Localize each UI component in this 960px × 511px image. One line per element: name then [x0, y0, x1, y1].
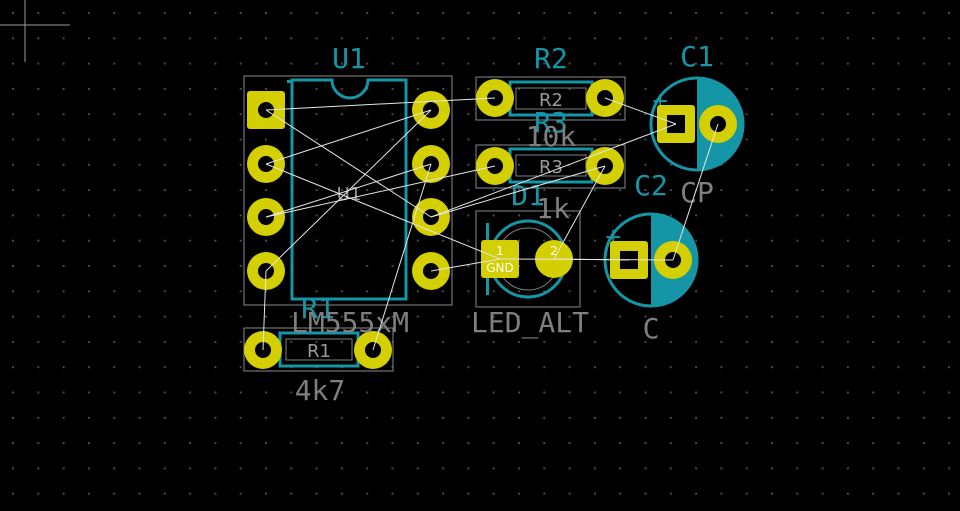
r3-value: 1k	[536, 192, 570, 225]
r2-reference: R2	[534, 42, 568, 75]
c2-value: C	[643, 312, 660, 345]
r1-fab-ref: R1	[307, 341, 331, 362]
r2-value: 10k	[526, 120, 577, 153]
d1-pad-1-number: 1	[496, 244, 504, 258]
c1-value: CP	[680, 176, 714, 209]
u1-value: LM555xM	[291, 306, 409, 339]
d1-pad-1-net: GND	[486, 261, 514, 275]
d1-pad-2-number: 2	[550, 244, 558, 258]
c1-reference: C1	[680, 40, 714, 73]
c2-reference: C2	[634, 169, 668, 202]
u1-reference: U1	[332, 42, 366, 75]
d1-value: LED_ALT	[471, 306, 589, 340]
pcb-canvas[interactable]: U1 U1 R2 R2 R3 R3 10k 1 GND 2 D1 LED_ALT…	[0, 0, 960, 511]
r1-value: 4k7	[295, 374, 346, 407]
